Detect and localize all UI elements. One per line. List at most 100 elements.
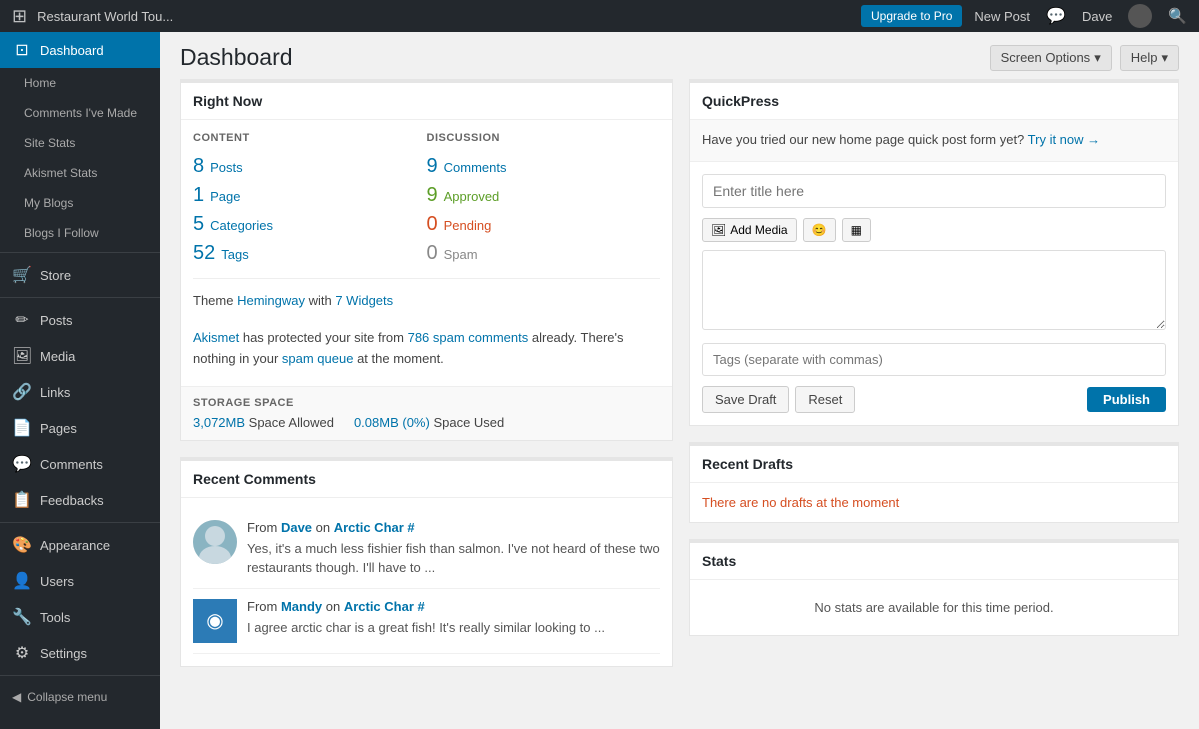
approved-link[interactable]: Approved [444,189,500,204]
sidebar-item-links[interactable]: 🔗 Links [0,374,160,410]
sidebar-home-label: Home [24,76,56,90]
tools-icon: 🔧 [12,607,32,627]
help-label: Help [1131,50,1158,65]
spam-queue-link[interactable]: spam queue [282,351,354,366]
dashboard-icon: ⊡ [12,40,32,60]
save-draft-button[interactable]: Save Draft [702,386,789,413]
sidebar-item-posts[interactable]: ✏ Posts [0,302,160,338]
spam-comments-link[interactable]: 786 spam comments [408,330,529,345]
header-actions: Screen Options ▾ Help ▾ [990,45,1179,71]
comments-stat: 9 Comments [427,152,661,181]
tags-count: 52 [193,242,215,265]
categories-link[interactable]: Categories [210,218,273,233]
column-left: Right Now CONTENT 8 Posts 1 [180,79,673,667]
comment-item-1: From Dave on Arctic Char # Yes, it's a m… [193,510,660,589]
quickpress-actions: Save Draft Reset Publish [702,386,1166,413]
publish-button[interactable]: Publish [1087,387,1166,412]
sidebar-item-store[interactable]: 🛒 Store [0,257,160,293]
comment-from-2: From Mandy on Arctic Char # [247,599,660,614]
content-header: Dashboard Screen Options ▾ Help ▾ [160,32,1199,79]
smiley-button[interactable]: 😊 [803,218,836,242]
new-post-link[interactable]: New Post [974,9,1030,24]
quickpress-tags-input[interactable] [702,343,1166,376]
sidebar-item-settings[interactable]: ⚙ Settings [0,635,160,671]
pending-link[interactable]: Pending [444,218,492,233]
pages-count: 1 [193,184,204,207]
posts-icon: ✏ [12,310,32,330]
add-media-button[interactable]: 🖼 Add Media [702,218,797,242]
comment-on-label-1: on [312,520,334,535]
sidebar-item-dashboard[interactable]: ⊡ Dashboard [0,32,160,68]
sidebar-item-pages[interactable]: 📄 Pages [0,410,160,446]
categories-count: 5 [193,213,204,236]
sidebar-item-tools[interactable]: 🔧 Tools [0,599,160,635]
site-name[interactable]: Restaurant World Tou... [37,9,861,24]
content-col-label: CONTENT [193,132,427,152]
quickpress-content-input[interactable] [702,250,1166,330]
right-now-title: Right Now [181,83,672,120]
screen-options-button[interactable]: Screen Options ▾ [990,45,1112,71]
appearance-icon: 🎨 [12,535,32,555]
posts-stat: 8 Posts [193,152,427,181]
comments-count: 9 [427,155,438,178]
comments-icon: 💬 [12,454,32,474]
comment-author-2[interactable]: Mandy [281,599,322,614]
no-drafts-text: There are no drafts at the moment [690,483,1178,522]
comment-post-link-1[interactable]: Arctic Char # [334,520,415,535]
quickpress-promo-link[interactable]: Try it now → [1028,132,1100,147]
quickpress-title-input[interactable] [702,174,1166,208]
sidebar-item-media[interactable]: 🖼 Media [0,338,160,374]
widgets-link[interactable]: 7 Widgets [335,293,393,308]
search-icon[interactable]: 🔍 [1168,7,1187,25]
pending-stat: 0 Pending [427,210,661,239]
spam-link[interactable]: Spam [444,247,478,262]
sidebar-item-comments-made[interactable]: Comments I've Made [0,98,160,128]
table-icon: ▦ [851,223,862,237]
sidebar-comments-made-label: Comments I've Made [24,106,137,120]
theme-text: Theme [193,293,237,308]
pages-stat: 1 Page [193,181,427,210]
sidebar-item-users[interactable]: 👤 Users [0,563,160,599]
user-label[interactable]: Dave [1082,9,1112,24]
posts-link[interactable]: Posts [210,160,243,175]
sidebar-pages-label: Pages [40,421,77,436]
table-button[interactable]: ▦ [842,218,871,242]
sidebar-item-blogs-i-follow[interactable]: Blogs I Follow [0,218,160,248]
quickpress-toolbar: 🖼 Add Media 😊 ▦ [702,218,1166,242]
comment-item-2: ◉ From Mandy on Arctic Char # I agree ar… [193,589,660,654]
quickpress-widget: QuickPress Have you tried our new home p… [689,79,1179,426]
pending-count: 0 [427,213,438,236]
sidebar-dashboard-label: Dashboard [40,43,104,58]
comment-post-link-2[interactable]: Arctic Char # [344,599,425,614]
theme-name-link[interactable]: Hemingway [237,293,305,308]
smiley-icon: 😊 [812,223,827,237]
add-media-icon: 🖼 [711,223,726,237]
sidebar-item-akismet-stats[interactable]: Akismet Stats [0,158,160,188]
reset-button[interactable]: Reset [795,386,855,413]
sidebar-item-home[interactable]: Home [0,68,160,98]
comment-author-1[interactable]: Dave [281,520,312,535]
space-allowed-suffix: Space Allowed [245,415,334,430]
akismet-link[interactable]: Akismet [193,330,239,345]
sidebar-item-my-blogs[interactable]: My Blogs [0,188,160,218]
sidebar-item-feedbacks[interactable]: 📋 Feedbacks [0,482,160,518]
tags-link[interactable]: Tags [221,247,248,262]
media-icon: 🖼 [12,346,32,366]
sidebar-item-comments[interactable]: 💬 Comments [0,446,160,482]
comment-text-2: I agree arctic char is a great fish! It'… [247,618,660,638]
upgrade-to-pro-button[interactable]: Upgrade to Pro [861,5,962,27]
notifications-icon[interactable]: 💬 [1046,6,1066,26]
sidebar-site-stats-label: Site Stats [24,136,75,150]
collapse-menu-button[interactable]: ◀ Collapse menu [0,680,160,714]
right-now-body: CONTENT 8 Posts 1 Page 5 [181,120,672,386]
sidebar-item-appearance[interactable]: 🎨 Appearance [0,527,160,563]
sidebar-submenu-dashboard: Home Comments I've Made Site Stats Akism… [0,68,160,248]
pages-link[interactable]: Page [210,189,240,204]
sidebar-item-site-stats[interactable]: Site Stats [0,128,160,158]
page-title: Dashboard [180,44,293,71]
comments-link[interactable]: Comments [444,160,507,175]
approved-stat: 9 Approved [427,181,661,210]
recent-drafts-widget: Recent Drafts There are no drafts at the… [689,442,1179,523]
help-button[interactable]: Help ▾ [1120,45,1179,71]
quickpress-title: QuickPress [690,83,1178,120]
